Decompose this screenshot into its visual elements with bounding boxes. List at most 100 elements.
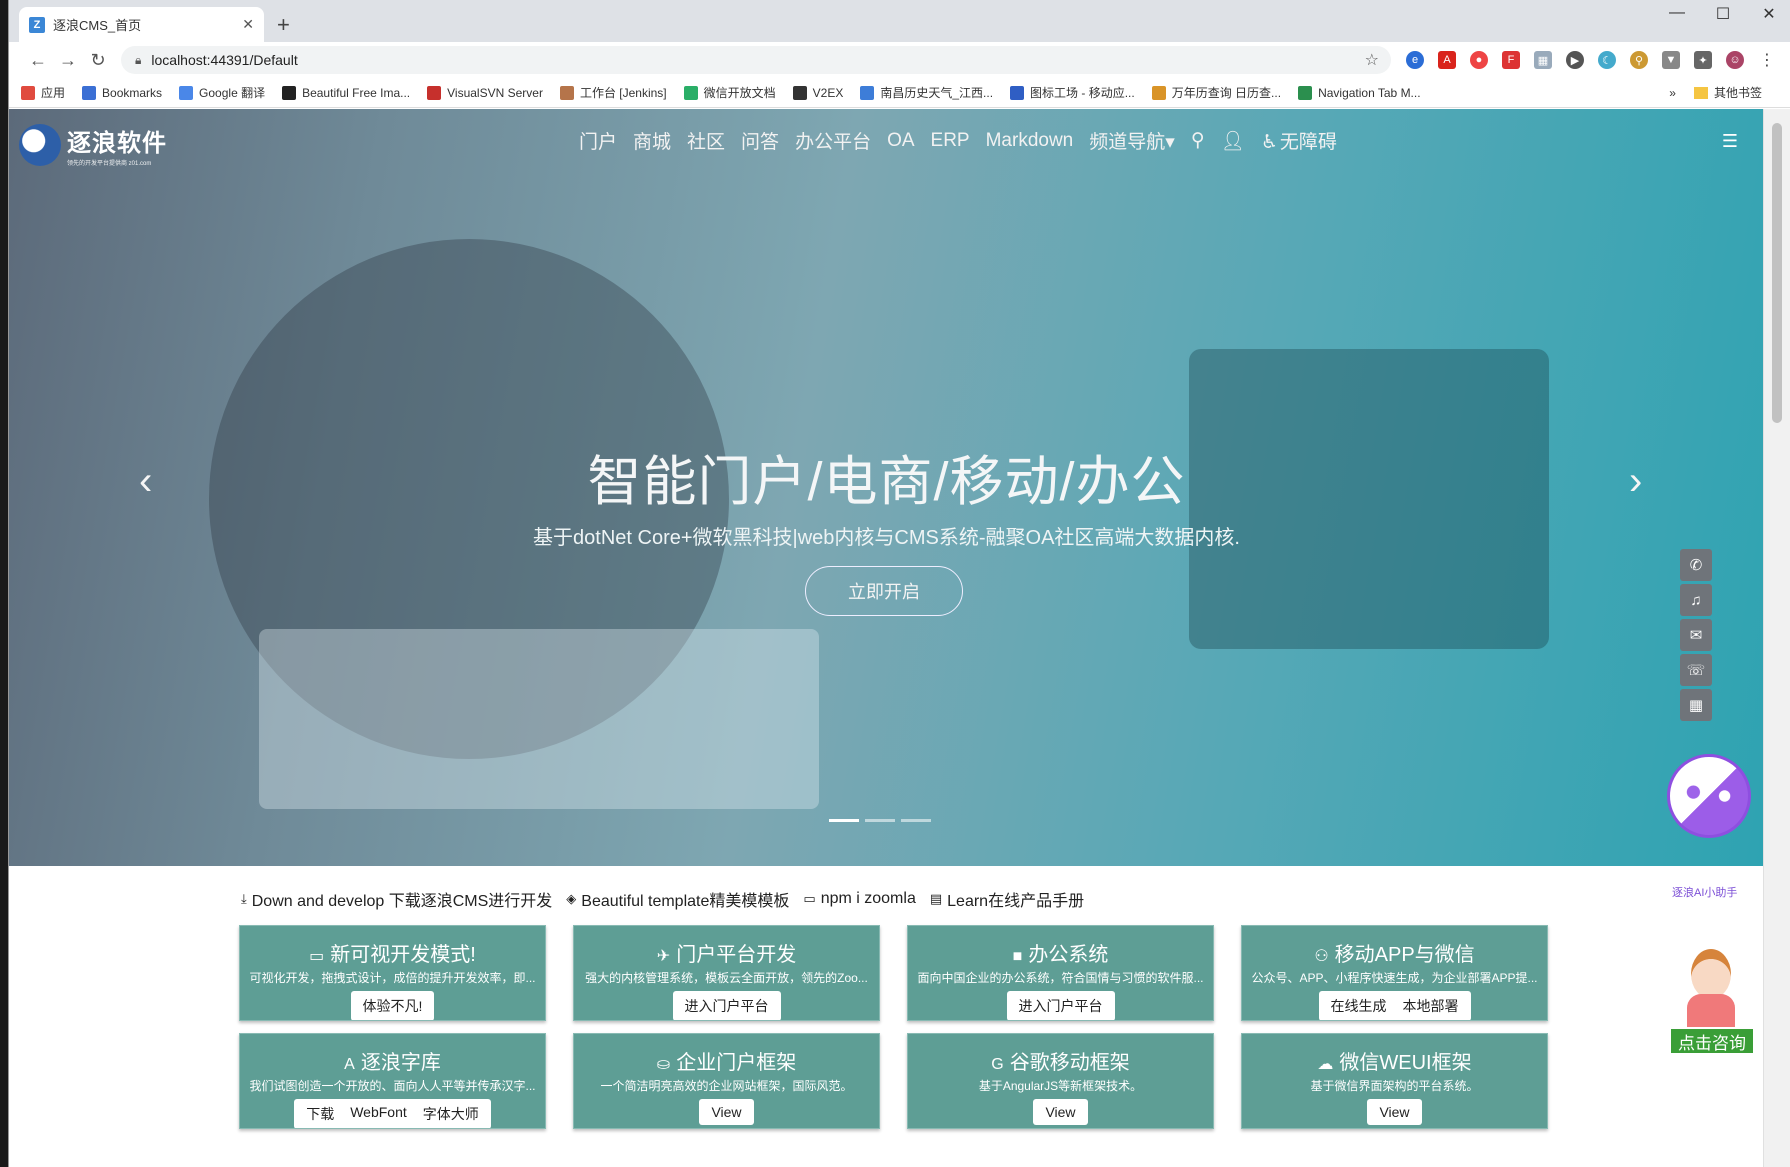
card-description: 基于AngularJS等新框架技术。	[978, 1079, 1143, 1093]
nav-item[interactable]: 商城	[633, 127, 671, 154]
extension-icon[interactable]: ▦	[1534, 51, 1552, 69]
extension-icon[interactable]: ▼	[1662, 51, 1680, 69]
card-icon: ✈	[656, 948, 671, 965]
nav-item[interactable]: 问答	[741, 127, 779, 154]
card-button[interactable]: View	[1037, 1099, 1083, 1125]
bookmark-item[interactable]: 万年历查询 日历查...	[1151, 84, 1281, 101]
card-button[interactable]: 进入门户平台	[677, 991, 777, 1020]
carousel-dot[interactable]	[901, 819, 931, 822]
card-button[interactable]: 在线生成	[1323, 991, 1395, 1020]
bookmark-item[interactable]: 图标工场 - 移动应...	[1010, 84, 1135, 101]
bookmark-item[interactable]: 微信开放文档	[683, 84, 776, 101]
bookmark-item[interactable]: VisualSVN Server	[427, 85, 543, 100]
card-button[interactable]: 体验不凡!	[355, 991, 431, 1020]
quick-link[interactable]: ▤ Learn在线产品手册	[930, 887, 1084, 911]
bookmark-item[interactable]: 南昌历史天气_江西...	[860, 84, 993, 101]
phone-icon[interactable]: ✆	[1680, 549, 1712, 581]
play-extension-icon[interactable]: ▶	[1566, 51, 1584, 69]
card-button[interactable]: 字体大师	[415, 1099, 487, 1128]
bookmark-item[interactable]: Beautiful Free Ima...	[282, 85, 410, 100]
bookmark-favicon-icon	[282, 85, 297, 100]
minimize-button[interactable]: —	[1654, 4, 1700, 22]
card-button-group: 下载 WebFont 字体大师	[294, 1099, 491, 1128]
qrcode-icon[interactable]: ▦	[1680, 689, 1712, 721]
card-button[interactable]: 本地部署	[1395, 991, 1467, 1020]
profile-avatar-icon[interactable]: ☺	[1726, 51, 1744, 69]
search-icon[interactable]: ⚲	[1191, 129, 1205, 152]
card-icon: G	[991, 1056, 1004, 1073]
nav-item[interactable]: 门户	[579, 127, 617, 154]
carousel-dot[interactable]	[829, 819, 859, 822]
extension-icon[interactable]: e	[1406, 51, 1424, 69]
extension-icon[interactable]: ☾	[1598, 51, 1616, 69]
nav-item[interactable]: Markdown	[986, 130, 1074, 152]
back-arrow-icon[interactable]: ←	[23, 50, 53, 71]
chrome-extension-icon[interactable]: ●	[1470, 51, 1488, 69]
extension-icon[interactable]: ⚲	[1630, 51, 1648, 69]
card-title: ⛀ 企业门户框架	[656, 1052, 797, 1074]
menu-kebab-icon[interactable]: ⋮	[1758, 51, 1776, 69]
feature-card: ☁ 微信WEUI框架 基于微信界面架构的平台系统。 View	[1241, 1033, 1548, 1129]
carousel-dot[interactable]	[865, 819, 895, 822]
quick-link[interactable]: ▭ npm i zoomla	[803, 890, 915, 908]
card-button-group: 体验不凡!	[350, 991, 435, 1020]
accessibility-link[interactable]: ♿︎ 无障碍	[1261, 127, 1353, 154]
card-icon: ⛀	[656, 1056, 671, 1073]
hero-start-button[interactable]: 立即开启	[805, 566, 963, 616]
nav-item[interactable]: ERP	[931, 130, 970, 152]
bookmark-item[interactable]: Navigation Tab M...	[1298, 85, 1421, 100]
site-favicon-icon: Z	[29, 16, 45, 33]
bell-icon[interactable]: ♫	[1680, 584, 1712, 616]
nav-item[interactable]: 频道导航▾	[1089, 127, 1175, 154]
fe-extension-icon[interactable]: F	[1502, 51, 1520, 69]
card-button[interactable]: 进入门户平台	[1011, 991, 1111, 1020]
bookmark-item[interactable]: 应用	[21, 84, 65, 101]
address-bar[interactable]: 🔒︎ localhost:44391/Default ☆	[121, 46, 1391, 74]
browser-tab[interactable]: Z 逐浪CMS_首页 ✕	[19, 7, 264, 42]
bookmarks-bar: 应用 Bookmarks Google 翻译 Beautiful Free Ima..…	[9, 78, 1790, 108]
forward-arrow-icon[interactable]: →	[53, 50, 83, 71]
site-logo[interactable]: 逐浪软件 领先的开发平台提供商 z01.com	[19, 123, 167, 167]
page-scrollbar[interactable]	[1763, 109, 1790, 1167]
scrollbar-thumb[interactable]	[1772, 123, 1782, 423]
quick-link-label: Beautiful template精美模模板	[581, 893, 790, 910]
puzzle-icon[interactable]: ✦	[1694, 51, 1712, 69]
bookmark-star-icon[interactable]: ☆	[1365, 50, 1379, 70]
hamburger-menu-icon[interactable]: ☰	[1722, 131, 1738, 152]
feature-card: ■ 办公系统 面向中国企业的办公系统，符合国情与习惯的软件服... 进入门户平台	[907, 925, 1214, 1021]
quick-link[interactable]: ⤓ Down and develop 下载逐浪CMS进行开发	[241, 887, 552, 911]
tab-title: 逐浪CMS_首页	[53, 18, 142, 33]
bookmark-item[interactable]: Google 翻译	[179, 84, 265, 101]
nav-item[interactable]: OA	[887, 130, 914, 152]
other-bookmarks[interactable]: » 其他书签	[1669, 84, 1762, 101]
bookmarks-overflow-icon[interactable]: »	[1669, 86, 1676, 100]
feature-card: A 逐浪字库 我们试图创造一个开放的、面向人人平等并传承汉字... 下载 WebFont…	[239, 1033, 546, 1129]
ai-assistant-label[interactable]: 逐浪AI小助手	[1672, 884, 1737, 900]
quick-link[interactable]: ◈ Beautiful template精美模模板	[566, 887, 789, 911]
bookmark-item[interactable]: Bookmarks	[82, 85, 162, 100]
bookmark-item[interactable]: V2EX	[792, 85, 843, 100]
reload-icon[interactable]: ↻	[83, 50, 113, 71]
card-button[interactable]: View	[1371, 1099, 1417, 1125]
chat-icon[interactable]: ☏	[1680, 654, 1712, 686]
new-tab-button[interactable]: +	[277, 12, 290, 38]
bookmark-favicon-icon	[683, 85, 698, 100]
logo-mark-icon	[19, 124, 61, 166]
card-button[interactable]: View	[703, 1099, 749, 1125]
window-close-button[interactable]: ✕	[1746, 4, 1790, 24]
tab-close-icon[interactable]: ✕	[242, 16, 254, 33]
nav-item[interactable]: 办公平台	[795, 127, 871, 154]
ai-assistant-icon[interactable]	[1667, 754, 1751, 838]
consult-button[interactable]: 点击咨询	[1669, 1027, 1755, 1055]
feature-card: ▭ 新可视开发模式! 可视化开发，拖拽式设计，成倍的提升开发效率，即... 体验不凡!	[239, 925, 546, 1021]
pdf-extension-icon[interactable]: A	[1438, 51, 1456, 69]
bookmark-item[interactable]: 工作台 [Jenkins]	[559, 84, 667, 101]
wechat-icon[interactable]: ✉	[1680, 619, 1712, 651]
user-icon[interactable]: 👤︎	[1221, 129, 1245, 153]
nav-item[interactable]: 社区	[687, 127, 725, 154]
card-button[interactable]: WebFont	[342, 1099, 415, 1128]
bookmark-label: 应用	[41, 86, 66, 100]
consult-widget[interactable]: 点击咨询	[1669, 949, 1755, 1059]
card-button[interactable]: 下载	[298, 1099, 342, 1128]
maximize-button[interactable]: ☐	[1700, 4, 1746, 24]
